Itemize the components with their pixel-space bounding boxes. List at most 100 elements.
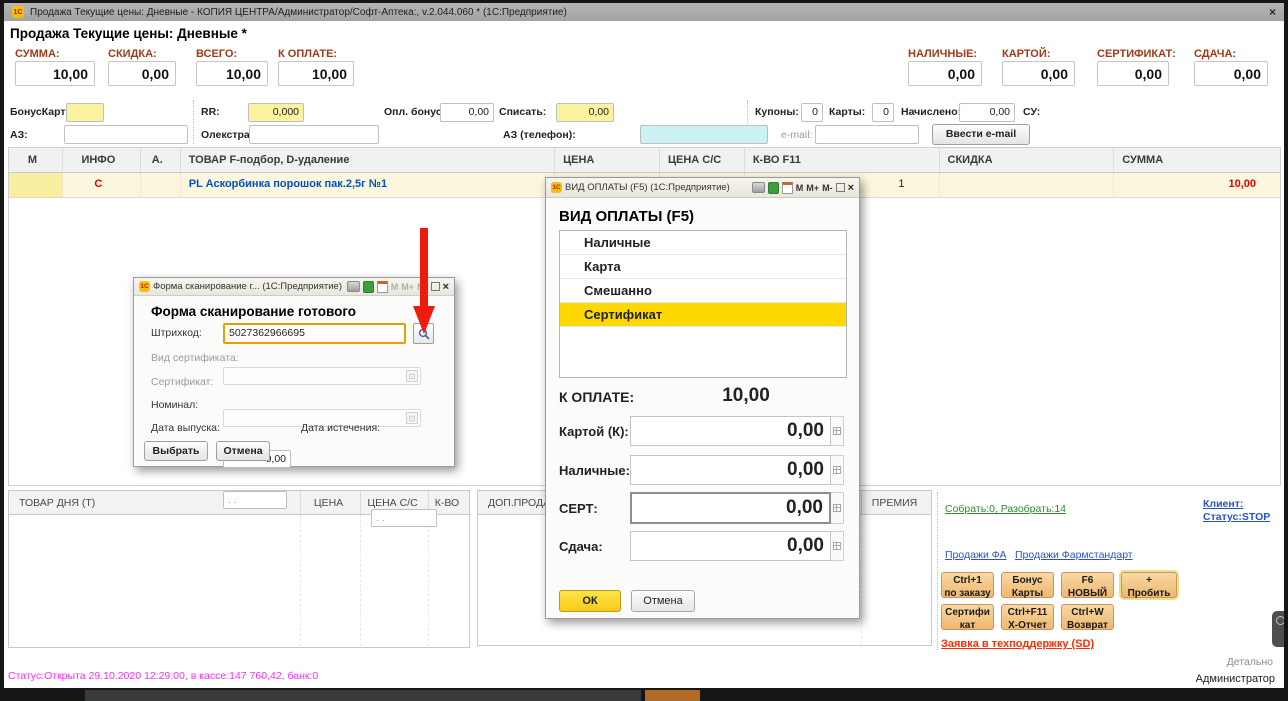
- app-1c-icon: 1С: [139, 281, 150, 292]
- cell-a: [141, 173, 181, 197]
- new-f6-button[interactable]: F6 НОВЫЙ: [1061, 572, 1114, 598]
- calendar-icon[interactable]: [782, 182, 793, 194]
- scan-dialog-titlebar: 1С Форма сканирование г... (1С:Предприят…: [134, 278, 454, 296]
- bonus-card-input[interactable]: [66, 103, 104, 122]
- col-qty[interactable]: К-ВО F11: [745, 148, 940, 172]
- col-sum[interactable]: СУММА: [1114, 148, 1280, 172]
- punch-button[interactable]: + Пробить: [1121, 572, 1177, 598]
- maximize-icon[interactable]: [836, 183, 845, 192]
- card-field-input[interactable]: 0,00: [630, 416, 831, 446]
- option-mixed[interactable]: Смешанно: [560, 279, 846, 303]
- certificate-button[interactable]: Сертифи кат: [941, 604, 994, 630]
- print-icon[interactable]: [752, 182, 765, 193]
- calc-icon[interactable]: [831, 492, 844, 524]
- calc-icon[interactable]: [831, 455, 844, 485]
- support-link[interactable]: Заявка в техподдержку (SD): [941, 638, 1094, 650]
- calculator-icon[interactable]: [363, 281, 374, 293]
- option-certificate[interactable]: Сертификат: [560, 303, 846, 327]
- nachisleno-input[interactable]: 0,00: [959, 103, 1015, 122]
- cell-info: С: [63, 173, 141, 197]
- memory-minus-icon[interactable]: М-: [822, 183, 833, 193]
- issue-date-input[interactable]: . .: [223, 491, 287, 509]
- change-field-label: Сдача:: [559, 539, 603, 554]
- select-button[interactable]: Выбрать: [144, 441, 208, 461]
- client-status-link[interactable]: Статус:STOP: [1203, 511, 1270, 523]
- return-button[interactable]: Ctrl+W Возврат: [1061, 604, 1114, 630]
- email-label: e-mail:: [781, 129, 813, 141]
- barcode-input[interactable]: 5027362966695: [223, 323, 406, 344]
- button-line: кат: [942, 620, 993, 633]
- ok-button[interactable]: ОК: [559, 590, 621, 612]
- option-cash[interactable]: Наличные: [560, 231, 846, 255]
- col-m[interactable]: М: [9, 148, 63, 172]
- print-icon[interactable]: [347, 281, 360, 292]
- col-a[interactable]: А.: [141, 148, 181, 172]
- calc-glyph: [833, 504, 841, 512]
- col-price-cc[interactable]: ЦЕНА С/С: [660, 148, 745, 172]
- col-discount[interactable]: СКИДКА: [940, 148, 1115, 172]
- detail-link[interactable]: Детально: [1135, 656, 1273, 668]
- cards-input[interactable]: 0: [872, 103, 894, 122]
- button-line: +: [1122, 575, 1176, 588]
- cert-label: Сертификат:: [151, 376, 213, 388]
- enter-email-button[interactable]: Ввести e-mail: [932, 124, 1030, 145]
- col-premium[interactable]: ПРЕМИЯ: [862, 491, 931, 514]
- col-info[interactable]: ИНФО: [63, 148, 141, 172]
- coupons-input[interactable]: 0: [801, 103, 823, 122]
- cert-field-label: СЕРТ:: [559, 501, 598, 516]
- window-close-icon[interactable]: ×: [1269, 5, 1276, 19]
- option-card[interactable]: Карта: [560, 255, 846, 279]
- sales-fa-link[interactable]: Продажи ФА: [945, 549, 1007, 561]
- calc-icon[interactable]: [831, 416, 844, 446]
- scan-dialog-title-text: Форма сканирование г... (1С:Предприятие): [153, 281, 344, 292]
- olextra-input[interactable]: [249, 125, 379, 144]
- total-value: 10,00: [196, 61, 268, 86]
- col-price[interactable]: ЦЕНА: [301, 491, 361, 514]
- cert-type-input: ⊡: [223, 367, 421, 385]
- su-label: СУ:: [1023, 106, 1040, 118]
- sales-pharmstandard-link[interactable]: Продажи Фармстандарт: [1015, 549, 1133, 561]
- button-line: Ctrl+W: [1062, 607, 1113, 620]
- calc-icon[interactable]: [831, 531, 844, 561]
- payment-options-list: Наличные Карта Смешанно Сертификат: [559, 230, 847, 378]
- opl-bonus-label: Опл. бонус:: [384, 106, 445, 118]
- x-report-button[interactable]: Ctrl+F11 X-Отчет: [1001, 604, 1054, 630]
- total-label: ВСЕГО:: [196, 48, 237, 60]
- empty-cell: [9, 515, 301, 646]
- cell-m: [9, 173, 63, 197]
- rr-input[interactable]: 0,000: [248, 103, 304, 122]
- az-input[interactable]: [64, 125, 188, 144]
- az-label: АЗ:: [10, 129, 28, 141]
- screen-frame-left: [0, 0, 4, 701]
- close-icon[interactable]: ×: [848, 182, 854, 194]
- red-arrow-annotation: [410, 228, 438, 336]
- cancel-button[interactable]: Отмена: [216, 441, 270, 461]
- memory-plus-icon[interactable]: М+: [806, 183, 819, 193]
- close-icon[interactable]: ×: [443, 281, 449, 293]
- memory-icon[interactable]: М: [796, 183, 804, 193]
- calendar-icon[interactable]: [377, 281, 388, 293]
- email-input[interactable]: [815, 125, 919, 144]
- calculator-icon[interactable]: [768, 182, 779, 194]
- spisat-input[interactable]: 0,00: [556, 103, 614, 122]
- bonus-cards-button[interactable]: Бонус Карты: [1001, 572, 1054, 598]
- cash-value: 0,00: [908, 61, 982, 86]
- memory-icon[interactable]: М: [391, 282, 399, 292]
- order-button[interactable]: Ctrl+1 по заказу: [941, 572, 994, 598]
- cert-field-input[interactable]: 0,00: [630, 492, 831, 524]
- certificate-value: 0,00: [1097, 61, 1169, 86]
- barcode-label: Штрихкод:: [151, 327, 202, 339]
- col-product[interactable]: ТОВАР F-подбор, D-удаление: [181, 148, 555, 172]
- register-status: Статус:Открыта 29.10.2020 12:29:00, в ка…: [8, 670, 318, 682]
- payment-dialog: 1С ВИД ОПЛАТЫ (F5) (1С:Предприятие) М М+…: [545, 177, 860, 619]
- expiry-date-input[interactable]: . .: [371, 509, 437, 527]
- cash-field-input[interactable]: 0,00: [630, 455, 831, 485]
- az-phone-input[interactable]: [640, 125, 768, 144]
- col-price[interactable]: ЦЕНА: [555, 148, 660, 172]
- client-link[interactable]: Клиент:: [1203, 498, 1243, 510]
- cancel-button[interactable]: Отмена: [631, 590, 695, 612]
- collect-link[interactable]: Собрать:0, Разобрать:14: [945, 503, 1066, 515]
- opl-bonus-input[interactable]: 0,00: [440, 103, 494, 122]
- calc-glyph: [833, 427, 841, 435]
- change-field-input[interactable]: 0,00: [630, 531, 831, 561]
